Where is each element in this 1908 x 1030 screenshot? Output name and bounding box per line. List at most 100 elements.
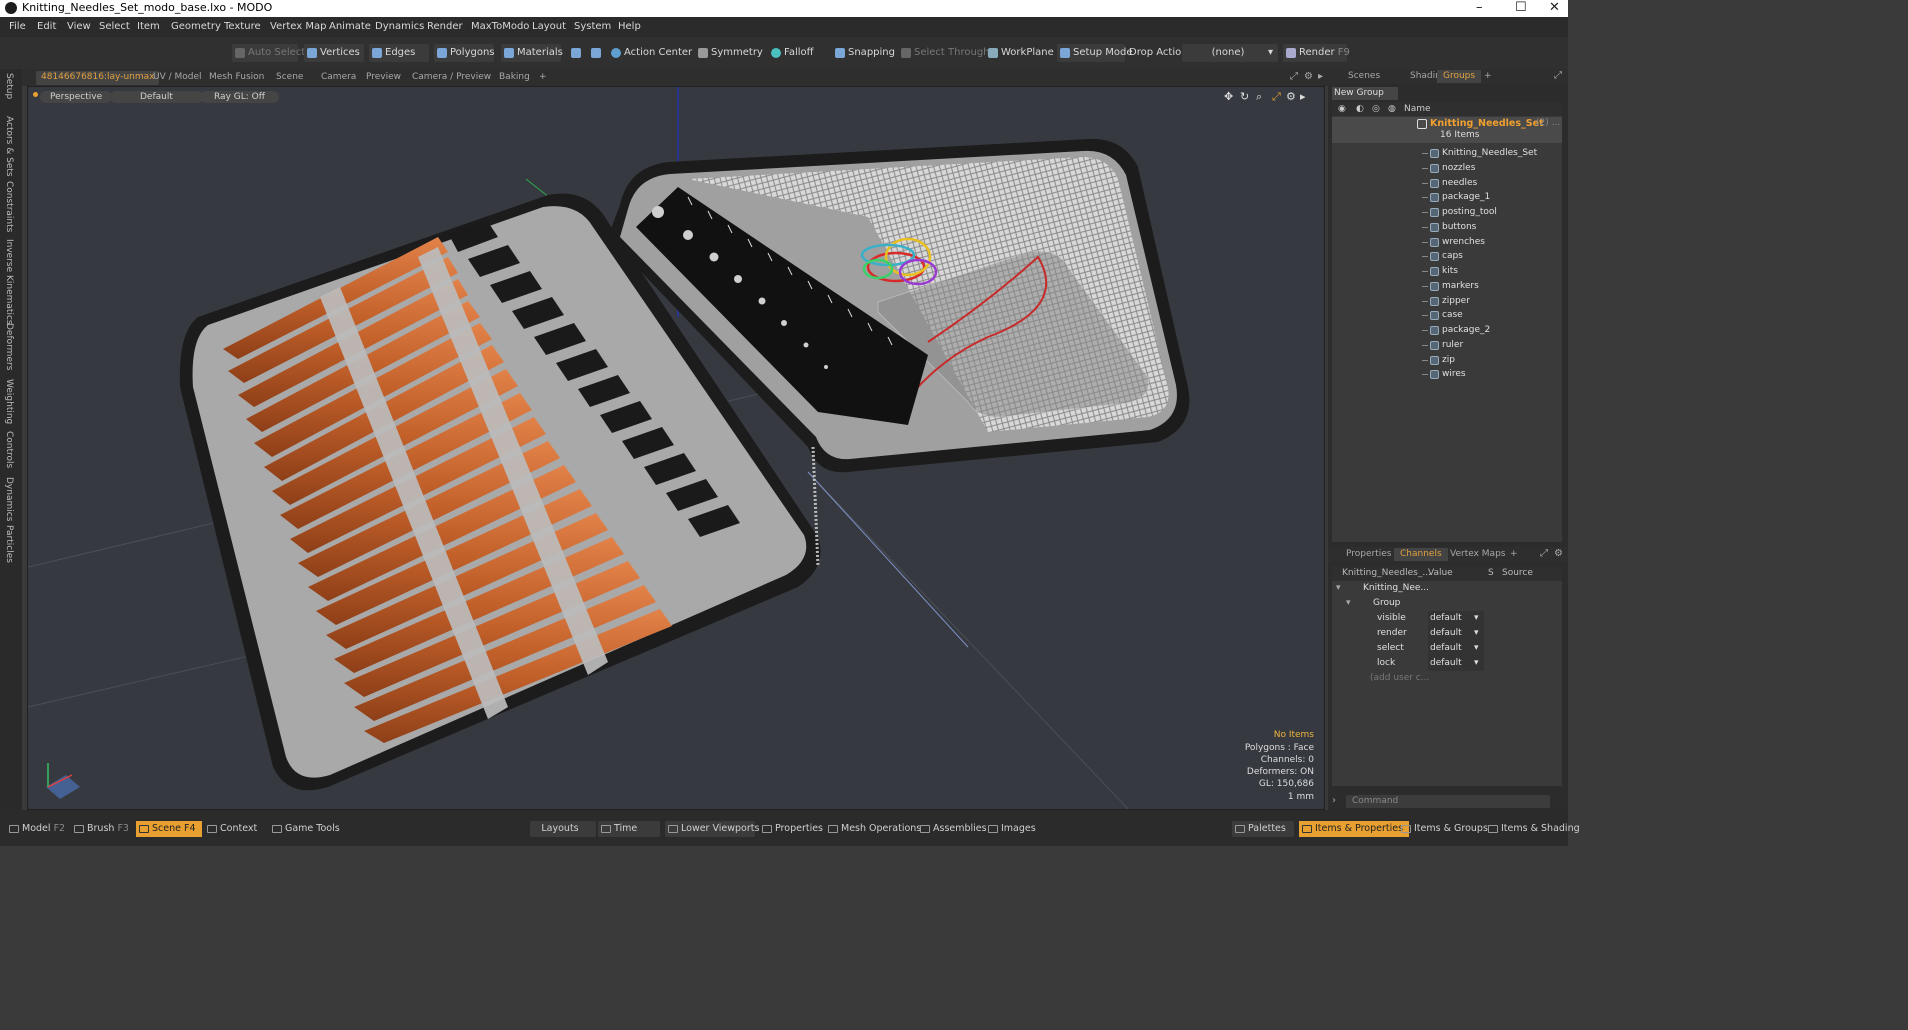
action-center-button[interactable]: Action Center [608, 44, 692, 62]
3d-viewport[interactable]: Perspective Default Ray GL: Off ✥ ↻ ⌕ ⤢ … [27, 86, 1325, 810]
tab-scenes[interactable]: Scenes [1342, 70, 1386, 83]
tab-layout-unmax[interactable]: 481466768​16:lay-unmax [36, 71, 160, 85]
group-item-row[interactable]: Knitting_Needles_Set [1332, 146, 1562, 161]
group-item-row[interactable]: nozzles [1332, 161, 1562, 176]
drop-action-select[interactable]: (none) ▾ [1182, 44, 1278, 62]
tab-baking[interactable]: Baking [494, 71, 535, 85]
maximize-panel-icon[interactable]: ⤢ [1540, 548, 1548, 559]
group-root-row[interactable]: Knitting_Needles_Set (2) ... 16 Items [1332, 117, 1562, 143]
time-button[interactable]: Time [598, 821, 660, 837]
lock-icon[interactable]: ◍ [1388, 104, 1396, 114]
chevron-down-icon[interactable]: ▾ [1474, 656, 1479, 671]
chevron-right-icon[interactable]: ▸ [1318, 71, 1323, 82]
symmetry-button[interactable]: Symmetry [695, 44, 763, 62]
workplane-button[interactable]: WorkPlane [985, 44, 1054, 62]
add-user-channel[interactable]: (add user c... [1332, 671, 1562, 686]
tab-channels[interactable]: Channels [1394, 548, 1448, 561]
eye-icon[interactable]: ◉ [1338, 104, 1346, 114]
gear-icon[interactable]: ⚙ [1554, 548, 1563, 559]
setup-mode-button[interactable]: Setup Mode [1057, 44, 1133, 62]
tab-setup[interactable]: Setup [4, 73, 14, 99]
maximize-button[interactable]: ☐ [1515, 0, 1527, 15]
minimize-button[interactable]: – [1476, 0, 1483, 15]
auto-select-button[interactable]: Auto Select [232, 44, 305, 62]
lower-viewports-button[interactable]: Lower Viewports [665, 821, 759, 837]
rotate-view-icon[interactable]: ↻ [1240, 90, 1249, 103]
tab-inverse-kinematics[interactable]: Inverse Kinematics [4, 239, 14, 325]
items-groups-button[interactable]: Items & Groups [1398, 821, 1494, 837]
chevron-down-icon[interactable]: ▾ [1474, 611, 1479, 626]
group-item-row[interactable]: kits [1332, 264, 1562, 279]
group-item-row[interactable]: needles [1332, 176, 1562, 191]
chevron-down-icon[interactable]: ▾ [1474, 641, 1479, 656]
snapping-button[interactable]: Snapping [832, 44, 895, 62]
scene-layout-button[interactable]: Scene F4 [136, 821, 202, 837]
group-item-row[interactable]: posting_tool [1332, 205, 1562, 220]
group-item-row[interactable]: wires [1332, 367, 1562, 382]
chevron-down-icon[interactable]: ▾ [1336, 581, 1341, 596]
shading-mode-button[interactable]: Default [110, 91, 203, 103]
select-mode-b-button[interactable] [588, 44, 608, 62]
group-item-row[interactable]: package_1 [1332, 190, 1562, 205]
channel-row[interactable]: select default ▾ [1332, 641, 1562, 656]
palettes-button[interactable]: Palettes [1232, 821, 1294, 837]
brush-layout-button[interactable]: Brush F3 [71, 821, 135, 837]
game-tools-button[interactable]: Game Tools [269, 821, 346, 837]
menu-item[interactable]: Item [137, 21, 160, 32]
menu-render[interactable]: Render [427, 21, 463, 32]
chevron-down-icon[interactable]: ▾ [1346, 596, 1351, 611]
layouts-button[interactable]: Layouts [530, 821, 596, 837]
add-tab-button[interactable]: + [1504, 548, 1524, 561]
render-toggle-icon[interactable]: ◐ [1356, 104, 1364, 114]
chevron-right-icon[interactable]: ▸ [1300, 90, 1306, 103]
add-tab-button[interactable]: + [1478, 70, 1498, 83]
zoom-view-icon[interactable]: ⌕ [1256, 90, 1262, 104]
menu-system[interactable]: System [574, 21, 611, 32]
menu-layout[interactable]: Layout [532, 21, 566, 32]
maximize-viewport-icon[interactable]: ⤢ [1290, 71, 1298, 82]
tab-camera-preview[interactable]: Camera / Preview [407, 71, 496, 85]
select-through-button[interactable]: Select Through [898, 44, 990, 62]
group-item-row[interactable]: buttons [1332, 220, 1562, 235]
chevron-down-icon[interactable]: ▾ [1474, 626, 1479, 641]
view-mode-button[interactable]: Perspective [40, 91, 113, 103]
maximize-panel-icon[interactable]: ⤢ [1554, 70, 1562, 81]
tab-weighting[interactable]: Weighting [4, 379, 14, 424]
channel-row[interactable]: render default ▾ [1332, 626, 1562, 641]
menu-vertex-map[interactable]: Vertex Map [270, 21, 326, 32]
images-button[interactable]: Images [985, 821, 1042, 837]
menu-select[interactable]: Select [99, 21, 130, 32]
group-item-row[interactable]: zip [1332, 353, 1562, 368]
menu-edit[interactable]: Edit [37, 21, 56, 32]
select-toggle-icon[interactable]: ◎ [1372, 104, 1380, 114]
tab-vertex-maps[interactable]: Vertex Maps [1444, 548, 1511, 561]
menu-maxtomodo[interactable]: MaxToModo [471, 21, 529, 32]
assemblies-button[interactable]: Assemblies [917, 821, 993, 837]
group-item-row[interactable]: zipper [1332, 294, 1562, 309]
menu-texture[interactable]: Texture [224, 21, 261, 32]
menu-geometry[interactable]: Geometry [171, 21, 221, 32]
tab-particles[interactable]: Particles [4, 525, 14, 563]
vertices-button[interactable]: Vertices [304, 44, 364, 62]
channel-row[interactable]: lock default ▾ [1332, 656, 1562, 671]
tab-dynamics[interactable]: Dynamics [4, 477, 14, 521]
falloff-button[interactable]: Falloff [768, 44, 824, 62]
group-item-row[interactable]: package_2 [1332, 323, 1562, 338]
menu-animate[interactable]: Animate [329, 21, 371, 32]
menu-file[interactable]: File [9, 21, 26, 32]
add-tab-button[interactable]: + [534, 71, 552, 85]
menu-dynamics[interactable]: Dynamics [375, 21, 424, 32]
chevron-right-icon[interactable]: › [1332, 795, 1344, 807]
tab-scene[interactable]: Scene [271, 71, 308, 85]
group-item-row[interactable]: caps [1332, 249, 1562, 264]
items-shading-button[interactable]: Items & Shading [1485, 821, 1586, 837]
gear-icon[interactable]: ⚙ [1286, 90, 1296, 103]
tab-preview[interactable]: Preview [361, 71, 406, 85]
materials-button[interactable]: Materials [501, 44, 563, 62]
tab-constraints[interactable]: Constraints [4, 181, 14, 232]
render-button[interactable]: Render F9 [1283, 44, 1350, 62]
edges-button[interactable]: Edges [369, 44, 429, 62]
menu-help[interactable]: Help [618, 21, 641, 32]
command-input[interactable]: Command [1346, 795, 1550, 808]
close-button[interactable]: ✕ [1549, 0, 1560, 15]
